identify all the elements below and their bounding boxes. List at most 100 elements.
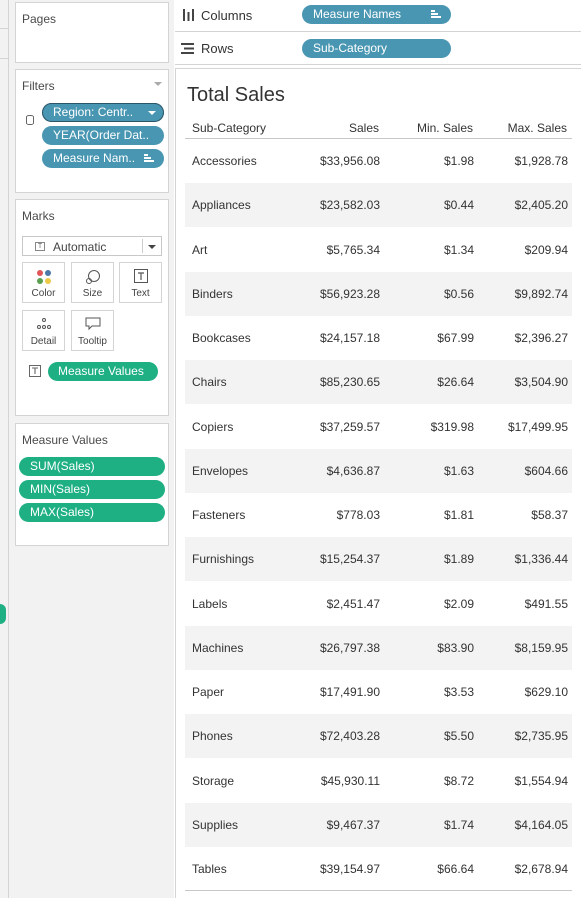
cell-sub-category[interactable]: Furnishings xyxy=(192,552,254,566)
cell-sales[interactable]: $15,254.37 xyxy=(320,552,380,566)
cell-sub-category[interactable]: Bookcases xyxy=(192,331,251,345)
cell-sales[interactable]: $23,582.03 xyxy=(320,198,380,212)
filter-pill-measure-names[interactable]: Measure Nam.. xyxy=(42,149,164,168)
cell-sub-category[interactable]: Binders xyxy=(192,287,233,301)
cell-sales[interactable]: $778.03 xyxy=(337,508,380,522)
cell-sub-category[interactable]: Fasteners xyxy=(192,508,245,522)
cell-sales[interactable]: $5,765.34 xyxy=(327,243,380,257)
cell-max-sales[interactable]: $2,405.20 xyxy=(515,198,568,212)
chevron-down-icon[interactable] xyxy=(148,245,156,249)
worksheet-view[interactable]: Total Sales Sub-Category Sales Min. Sale… xyxy=(175,68,581,898)
table-row[interactable]: Storage $45,930.11 $8.72 $1,554.94 xyxy=(185,759,572,803)
cell-max-sales[interactable]: $17,499.95 xyxy=(508,420,568,434)
header-sales[interactable]: Sales xyxy=(349,121,379,135)
measure-pill-max-sales[interactable]: MAX(Sales) xyxy=(19,503,165,522)
cell-max-sales[interactable]: $3,504.90 xyxy=(515,375,568,389)
cell-min-sales[interactable]: $1.81 xyxy=(444,508,474,522)
table-row[interactable]: Appliances $23,582.03 $0.44 $2,405.20 xyxy=(185,183,572,228)
cell-max-sales[interactable]: $2,735.95 xyxy=(515,729,568,743)
cell-max-sales[interactable]: $491.55 xyxy=(525,597,568,611)
header-min-sales[interactable]: Min. Sales xyxy=(417,121,473,135)
cell-max-sales[interactable]: $9,892.74 xyxy=(515,287,568,301)
header-sub-category[interactable]: Sub-Category xyxy=(192,121,266,135)
cell-max-sales[interactable]: $629.10 xyxy=(525,685,568,699)
cell-max-sales[interactable]: $1,336.44 xyxy=(515,552,568,566)
cell-min-sales[interactable]: $5.50 xyxy=(444,729,474,743)
columns-shelf[interactable]: Columns Measure Names xyxy=(175,0,581,32)
cell-sales[interactable]: $37,259.57 xyxy=(320,420,380,434)
cell-sales[interactable]: $24,157.18 xyxy=(320,331,380,345)
marks-tooltip-button[interactable]: Tooltip xyxy=(71,310,114,351)
cell-max-sales[interactable]: $58.37 xyxy=(531,508,568,522)
header-max-sales[interactable]: Max. Sales xyxy=(508,121,567,135)
cell-sales[interactable]: $56,923.28 xyxy=(320,287,380,301)
pages-card[interactable]: Pages xyxy=(15,2,169,63)
table-row[interactable]: Envelopes $4,636.87 $1.63 $604.66 xyxy=(185,448,572,493)
cell-sub-category[interactable]: Tables xyxy=(192,862,227,876)
cell-sub-category[interactable]: Storage xyxy=(192,774,234,788)
table-row[interactable]: Paper $17,491.90 $3.53 $629.10 xyxy=(185,670,572,714)
cell-min-sales[interactable]: $1.98 xyxy=(444,154,474,168)
cell-sales[interactable]: $4,636.87 xyxy=(327,464,380,478)
cell-min-sales[interactable]: $3.53 xyxy=(444,685,474,699)
cell-sub-category[interactable]: Accessories xyxy=(192,154,257,168)
measure-pill-min-sales[interactable]: MIN(Sales) xyxy=(19,480,165,499)
columns-pill-measure-names[interactable]: Measure Names xyxy=(302,5,451,24)
cell-sub-category[interactable]: Copiers xyxy=(192,420,233,434)
cell-sales[interactable]: $17,491.90 xyxy=(320,685,380,699)
dropdown-caret-icon[interactable] xyxy=(148,111,156,115)
cell-sub-category[interactable]: Paper xyxy=(192,685,224,699)
cell-max-sales[interactable]: $1,554.94 xyxy=(515,774,568,788)
cell-sub-category[interactable]: Phones xyxy=(192,729,233,743)
cell-min-sales[interactable]: $83.90 xyxy=(437,641,474,655)
cell-max-sales[interactable]: $1,928.78 xyxy=(515,154,568,168)
filters-menu-caret-icon[interactable] xyxy=(154,82,162,86)
cell-min-sales[interactable]: $319.98 xyxy=(431,420,474,434)
filters-card[interactable]: Filters Region: Centr.. YEAR(Order Dat..… xyxy=(15,69,169,193)
cell-max-sales[interactable]: $8,159.95 xyxy=(515,641,568,655)
cell-sales[interactable]: $2,451.47 xyxy=(327,597,380,611)
strip-measure-pill-stub[interactable] xyxy=(0,604,6,624)
cell-sales[interactable]: $85,230.65 xyxy=(320,375,380,389)
cell-min-sales[interactable]: $1.74 xyxy=(444,818,474,832)
cell-min-sales[interactable]: $1.34 xyxy=(444,243,474,257)
cell-min-sales[interactable]: $67.99 xyxy=(437,331,474,345)
cell-max-sales[interactable]: $2,678.94 xyxy=(515,862,568,876)
rows-pill-sub-category[interactable]: Sub-Category xyxy=(302,39,451,58)
table-row[interactable]: Labels $2,451.47 $2.09 $491.55 xyxy=(185,582,572,626)
measure-values-card[interactable]: Measure Values SUM(Sales) MIN(Sales) MAX… xyxy=(15,423,169,546)
cell-min-sales[interactable]: $66.64 xyxy=(437,862,474,876)
table-row[interactable]: Supplies $9,467.37 $1.74 $4,164.05 xyxy=(185,802,572,847)
measure-pill-sum-sales[interactable]: SUM(Sales) xyxy=(19,457,165,476)
worksheet-title[interactable]: Total Sales xyxy=(187,84,285,107)
cell-min-sales[interactable]: $26.64 xyxy=(437,375,474,389)
cell-min-sales[interactable]: $1.89 xyxy=(444,552,474,566)
table-row[interactable]: Tables $39,154.97 $66.64 $2,678.94 xyxy=(185,847,572,891)
cell-sub-category[interactable]: Envelopes xyxy=(192,464,248,478)
marks-card[interactable]: Marks T Automatic Color Size Text Detail… xyxy=(15,199,169,416)
cell-sales[interactable]: $39,154.97 xyxy=(320,862,380,876)
cell-min-sales[interactable]: $8.72 xyxy=(444,774,474,788)
cell-min-sales[interactable]: $0.44 xyxy=(444,198,474,212)
filter-pill-region[interactable]: Region: Centr.. xyxy=(42,103,164,122)
cell-sub-category[interactable]: Supplies xyxy=(192,818,238,832)
cell-sub-category[interactable]: Labels xyxy=(192,597,227,611)
table-row[interactable]: Art $5,765.34 $1.34 $209.94 xyxy=(185,228,572,272)
cell-sub-category[interactable]: Art xyxy=(192,243,207,257)
cell-sales[interactable]: $72,403.28 xyxy=(320,729,380,743)
marks-size-button[interactable]: Size xyxy=(71,262,114,303)
cell-sub-category[interactable]: Machines xyxy=(192,641,243,655)
table-row[interactable]: Copiers $37,259.57 $319.98 $17,499.95 xyxy=(185,405,572,449)
marks-text-button[interactable]: Text xyxy=(119,262,162,303)
rows-shelf[interactable]: Rows Sub-Category xyxy=(175,33,581,65)
table-row[interactable]: Furnishings $15,254.37 $1.89 $1,336.44 xyxy=(185,537,572,582)
cell-sales[interactable]: $26,797.38 xyxy=(320,641,380,655)
cell-min-sales[interactable]: $0.56 xyxy=(444,287,474,301)
cell-max-sales[interactable]: $604.66 xyxy=(525,464,568,478)
marks-detail-button[interactable]: Detail xyxy=(22,310,65,351)
table-row[interactable]: Binders $56,923.28 $0.56 $9,892.74 xyxy=(185,271,572,316)
cell-sales[interactable]: $33,956.08 xyxy=(320,154,380,168)
marks-measure-values-pill[interactable]: Measure Values xyxy=(48,362,158,381)
filter-pill-year-order-date[interactable]: YEAR(Order Dat.. xyxy=(42,126,164,145)
cell-max-sales[interactable]: $209.94 xyxy=(525,243,568,257)
